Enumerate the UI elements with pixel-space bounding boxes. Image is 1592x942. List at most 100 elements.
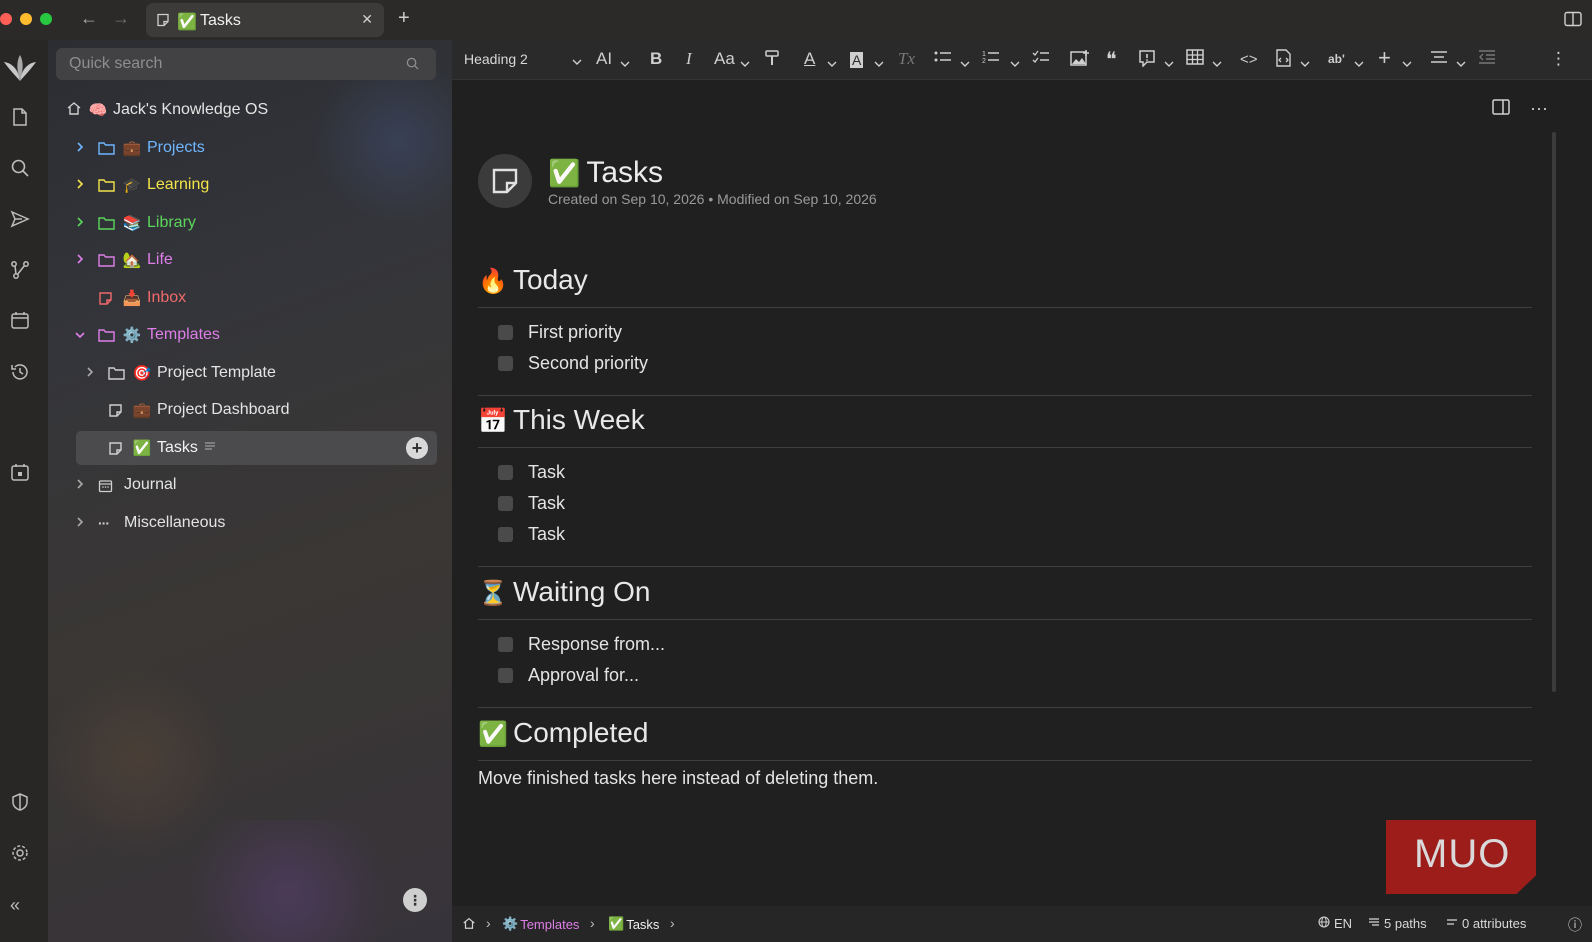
gear-icon[interactable] [10,843,30,868]
chevron-right-icon[interactable] [72,178,88,193]
tree-item-learning[interactable]: 🎓 Learning [72,168,209,202]
chevron-down-icon[interactable] [1010,55,1020,73]
chevron-down-icon[interactable] [1164,55,1174,73]
italic-button[interactable]: I [686,49,692,69]
heading-level-select[interactable]: Heading 2 [464,51,528,67]
insert-button[interactable]: + [1378,45,1391,71]
numbered-list-icon[interactable]: 12 [982,49,1000,70]
quick-search-input[interactable] [56,48,436,80]
zoom-window-button[interactable] [40,13,52,25]
forward-arrow-icon[interactable]: → [112,8,130,29]
code-button[interactable]: <> [1240,51,1258,68]
tree-item-inbox[interactable]: 📥 Inbox [72,281,186,315]
info-icon[interactable]: ⓘ [1568,915,1582,935]
tree-item-project-dashboard[interactable]: 💼 Project Dashboard [82,393,290,427]
chevron-down-icon[interactable] [827,55,837,73]
note-type-icon[interactable] [478,154,532,208]
close-tab-icon[interactable]: ✕ [361,11,373,28]
chevron-right-icon[interactable] [82,366,98,381]
admonition-icon[interactable] [1138,49,1156,72]
task-item[interactable]: Task [498,460,565,484]
text-size-button[interactable]: AI [596,49,612,69]
attributes-indicator[interactable]: 0 attributes [1446,916,1526,931]
chevron-down-icon[interactable] [740,55,750,73]
chevron-right-icon[interactable] [72,516,88,531]
tree-item-library[interactable]: 📚 Library [72,206,196,240]
back-arrow-icon[interactable]: ← [80,8,98,29]
note-more-button[interactable]: ··· [1530,98,1548,119]
code-block-icon[interactable] [1274,49,1294,72]
task-item[interactable]: Task [498,522,565,546]
chevron-right-icon[interactable] [72,478,88,493]
tree-item-journal[interactable]: Journal [72,468,176,502]
note-title[interactable]: ✅ Tasks [548,156,663,190]
chevron-down-icon[interactable] [1354,55,1364,73]
quote-button[interactable]: ❝ [1106,47,1117,72]
today-note-icon[interactable] [10,462,30,487]
task-checkbox[interactable] [498,355,513,371]
relation-map-icon[interactable] [10,260,30,285]
tree-item-miscellaneous[interactable]: ··· Miscellaneous [72,506,225,540]
align-icon[interactable] [1430,49,1448,70]
task-checkbox[interactable] [498,324,513,340]
format-painter-icon[interactable] [764,49,780,72]
chevron-down-icon[interactable] [1300,55,1310,73]
new-note-icon[interactable] [10,107,30,132]
bullet-list-icon[interactable] [934,49,952,70]
tree-root[interactable]: 🧠 Jack's Knowledge OS [66,93,268,127]
sidebar-menu-button[interactable]: ⋮ [403,888,427,912]
chevron-right-icon[interactable] [72,253,88,268]
tree-item-templates[interactable]: ⚙️ Templates [72,318,220,352]
task-checkbox[interactable] [498,464,513,480]
chevron-down-icon[interactable] [620,55,630,73]
note-title-text[interactable]: Tasks [586,156,663,190]
history-icon[interactable] [10,362,30,387]
add-child-note-button[interactable]: + [406,437,428,459]
task-item[interactable]: First priority [498,320,622,344]
tab-tasks[interactable]: ✅ Tasks ✕ [146,3,384,37]
chevron-down-icon[interactable] [1212,55,1222,73]
split-view-icon[interactable] [1492,99,1510,120]
tree-item-tasks[interactable]: ✅ Tasks [82,431,216,465]
table-icon[interactable] [1186,49,1204,70]
chevron-down-icon[interactable] [572,53,582,71]
calendar-icon[interactable] [10,310,30,335]
close-window-button[interactable] [0,13,12,25]
collapse-sidebar-icon[interactable]: « [10,895,20,916]
task-item[interactable]: Task [498,491,565,515]
completed-paragraph[interactable]: Move finished tasks here instead of dele… [478,768,878,789]
breadcrumb-tasks[interactable]: ✅ Tasks [608,916,659,932]
task-item[interactable]: Approval for... [498,663,639,687]
language-indicator[interactable]: EN [1318,916,1352,931]
breadcrumb-templates[interactable]: ⚙️ Templates [502,916,579,932]
section-heading[interactable]: ✅ Completed [478,717,1532,761]
task-item[interactable]: Second priority [498,351,648,375]
logo-icon[interactable] [3,53,37,88]
chevron-right-icon[interactable] [72,141,88,156]
chevron-down-icon[interactable] [1402,55,1412,73]
toolbar-more-button[interactable]: ⋮ [1550,49,1567,69]
chevron-down-icon[interactable] [1456,55,1466,73]
highlight-button[interactable]: A [850,52,864,68]
superscript-button[interactable]: ab' [1328,52,1345,66]
bold-button[interactable]: B [650,49,662,69]
home-icon[interactable] [462,916,476,930]
text-color-button[interactable]: A [804,49,815,69]
new-tab-button[interactable]: + [398,7,410,30]
font-case-button[interactable]: Aa [714,49,735,69]
chevron-down-icon[interactable] [72,328,88,342]
task-checkbox[interactable] [498,636,513,652]
clear-format-button[interactable]: Tx [898,49,915,69]
scrollbar[interactable] [1552,132,1556,692]
send-icon[interactable] [10,209,30,234]
section-heading[interactable]: 📅 This Week [478,404,1532,448]
protected-session-icon[interactable] [10,792,30,817]
outdent-icon[interactable] [1478,49,1496,70]
task-checkbox[interactable] [498,495,513,511]
tree-item-life[interactable]: 🏡 Life [72,243,173,277]
task-checkbox[interactable] [498,526,513,542]
section-heading[interactable]: ⏳ Waiting On [478,576,1532,620]
chevron-right-icon[interactable] [72,216,88,231]
task-item[interactable]: Response from... [498,632,665,656]
tree-item-project-template[interactable]: 🎯 Project Template [82,356,276,390]
